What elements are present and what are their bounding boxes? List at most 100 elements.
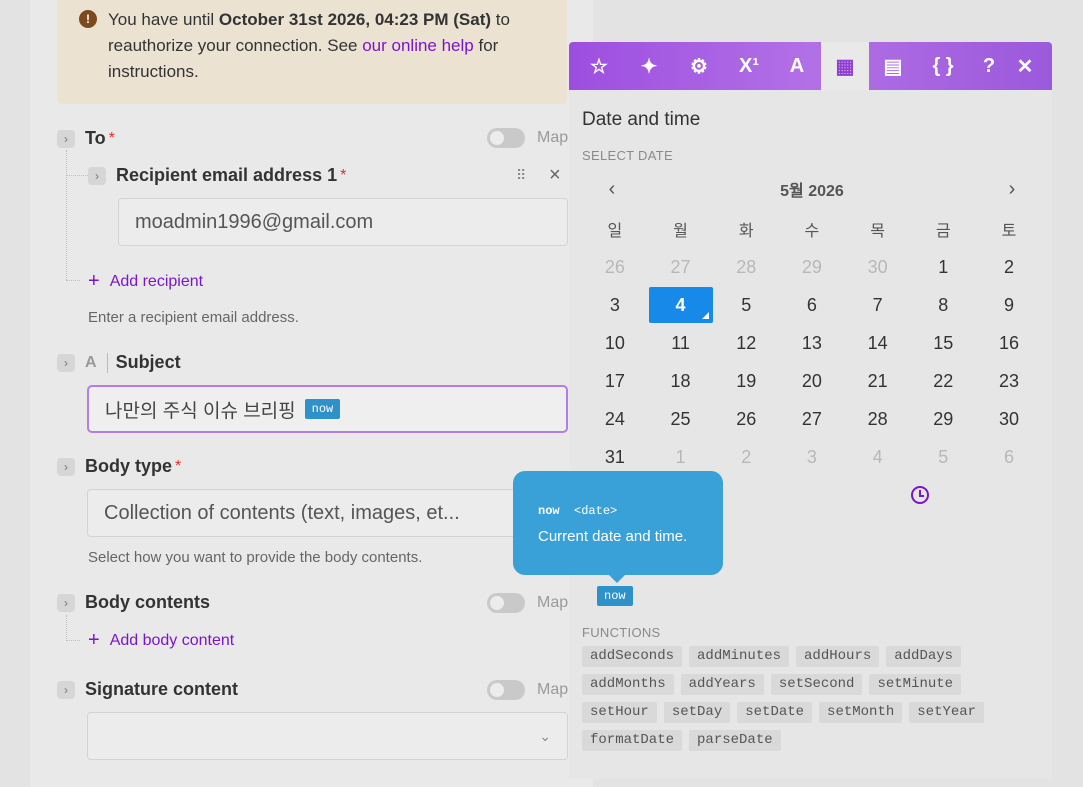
calendar-day[interactable]: 8 <box>910 295 976 316</box>
chevron-right-icon[interactable]: › <box>57 593 75 612</box>
function-chip[interactable]: setYear <box>909 702 985 723</box>
recipient-email-field[interactable]: moadmin1996@gmail.com <box>118 198 568 246</box>
tooltip-type: <date> <box>574 504 618 518</box>
calendar-icon[interactable]: ▦ <box>821 42 869 90</box>
now-variable-pill[interactable]: now <box>304 399 341 419</box>
function-chip[interactable]: setSecond <box>770 674 863 695</box>
table-icon[interactable]: ▤ <box>869 42 917 90</box>
help-icon[interactable]: ? <box>971 42 1007 90</box>
calendar-day[interactable]: 31 <box>582 447 648 468</box>
next-month-icon[interactable]: › <box>982 178 1042 201</box>
calendar-day[interactable]: 30 <box>976 409 1042 430</box>
function-chip[interactable]: addDays <box>886 646 962 667</box>
calendar-day[interactable]: 9 <box>976 295 1042 316</box>
now-function-pill[interactable]: now <box>597 586 633 606</box>
calendar-day[interactable]: 29 <box>910 409 976 430</box>
add-recipient-label: Add recipient <box>109 272 204 290</box>
chevron-right-icon[interactable]: › <box>57 129 75 148</box>
superscript-icon[interactable]: X¹ <box>725 42 773 90</box>
tree-branch <box>66 175 88 176</box>
calendar-day[interactable]: 4 <box>845 447 911 468</box>
function-chip[interactable]: addHours <box>796 646 880 667</box>
calendar-day[interactable]: 6 <box>779 295 845 316</box>
calendar-day[interactable]: 28 <box>845 409 911 430</box>
sparkle-icon[interactable]: ✦ <box>625 42 673 90</box>
signature-map-toggle[interactable] <box>487 680 525 700</box>
clock-icon[interactable] <box>911 486 929 504</box>
online-help-link[interactable]: our online help <box>362 36 474 55</box>
calendar-day[interactable]: 5 <box>910 447 976 468</box>
calendar-day[interactable]: 14 <box>845 333 911 354</box>
calendar-day[interactable]: 17 <box>582 371 648 392</box>
calendar-day[interactable]: 20 <box>779 371 845 392</box>
function-chip[interactable]: setDay <box>663 702 731 723</box>
calendar-day[interactable]: 28 <box>713 257 779 278</box>
calendar-day[interactable]: 27 <box>779 409 845 430</box>
calendar-day[interactable]: 15 <box>910 333 976 354</box>
calendar-day[interactable]: 25 <box>648 409 714 430</box>
to-map-toggle[interactable] <box>487 128 525 148</box>
calendar-day[interactable]: 22 <box>910 371 976 392</box>
previous-month-icon[interactable]: ‹ <box>582 178 642 201</box>
function-chip[interactable]: addMinutes <box>689 646 790 667</box>
calendar-day[interactable]: 7 <box>845 295 911 316</box>
to-label: To <box>85 128 106 148</box>
calendar-day[interactable]: 23 <box>976 371 1042 392</box>
function-chip[interactable]: addYears <box>680 674 764 695</box>
add-recipient-button[interactable]: + Add recipient <box>88 270 203 293</box>
function-chip[interactable]: addSeconds <box>582 646 683 667</box>
calendar-day[interactable]: 21 <box>845 371 911 392</box>
braces-icon[interactable]: { } <box>919 42 967 90</box>
calendar-day[interactable]: 2 <box>976 257 1042 278</box>
close-icon[interactable]: ✕ <box>1007 42 1043 90</box>
calendar-day-selected[interactable]: 4 <box>648 287 714 323</box>
calendar-day[interactable]: 26 <box>713 409 779 430</box>
calendar-day-number: 30 <box>867 256 888 277</box>
function-chip[interactable]: setHour <box>582 702 657 723</box>
calendar-day[interactable]: 13 <box>779 333 845 354</box>
calendar-day[interactable]: 5 <box>713 295 779 316</box>
function-chip[interactable]: parseDate <box>689 730 781 751</box>
function-chip[interactable]: formatDate <box>582 730 683 751</box>
function-chip[interactable]: setDate <box>737 702 813 723</box>
calendar-day[interactable]: 19 <box>713 371 779 392</box>
function-chip[interactable]: setMonth <box>819 702 903 723</box>
calendar-day[interactable]: 12 <box>713 333 779 354</box>
calendar-day[interactable]: 1 <box>648 447 714 468</box>
calendar-day[interactable]: 10 <box>582 333 648 354</box>
calendar-day[interactable]: 26 <box>582 257 648 278</box>
subject-field[interactable]: 나만의 주식 이슈 브리핑 now <box>87 385 568 433</box>
chevron-right-icon[interactable]: › <box>57 353 75 372</box>
body-type-select[interactable]: Collection of contents (text, images, et… <box>87 489 517 537</box>
calendar-day[interactable]: 3 <box>582 295 648 316</box>
drag-handle-icon[interactable]: ⠿ <box>516 167 526 184</box>
chevron-right-icon[interactable]: › <box>88 166 106 185</box>
star-icon[interactable]: ☆ <box>575 42 623 90</box>
calendar-day[interactable]: 2 <box>713 447 779 468</box>
gear-icon[interactable]: ⚙ <box>675 42 723 90</box>
calendar-day[interactable]: 1 <box>910 257 976 278</box>
calendar-day-number: 1 <box>938 256 949 277</box>
body-contents-map-toggle[interactable] <box>487 593 525 613</box>
function-chip[interactable]: setMinute <box>869 674 962 695</box>
calendar-day[interactable]: 18 <box>648 371 714 392</box>
signature-select[interactable]: ⌄ <box>87 712 568 760</box>
text-icon[interactable]: A <box>773 42 821 90</box>
calendar-day-number: 1 <box>675 446 686 467</box>
calendar-day[interactable]: 3 <box>779 447 845 468</box>
chevron-right-icon[interactable]: › <box>57 680 75 699</box>
add-body-content-button[interactable]: + Add body content <box>88 629 234 652</box>
calendar-day[interactable]: 27 <box>648 257 714 278</box>
calendar-day[interactable]: 29 <box>779 257 845 278</box>
function-chip[interactable]: addMonths <box>582 674 674 695</box>
plus-icon: + <box>88 270 100 292</box>
calendar-day[interactable]: 30 <box>845 257 911 278</box>
calendar-day[interactable]: 6 <box>976 447 1042 468</box>
calendar-day[interactable]: 11 <box>648 333 714 354</box>
calendar-week: 26 27 28 29 30 1 2 <box>582 248 1042 286</box>
calendar-day[interactable]: 16 <box>976 333 1042 354</box>
remove-recipient-icon[interactable]: × <box>549 164 561 187</box>
calendar-day[interactable]: 24 <box>582 409 648 430</box>
chevron-right-icon[interactable]: › <box>57 457 75 476</box>
weekday-label: 월 <box>673 223 688 240</box>
